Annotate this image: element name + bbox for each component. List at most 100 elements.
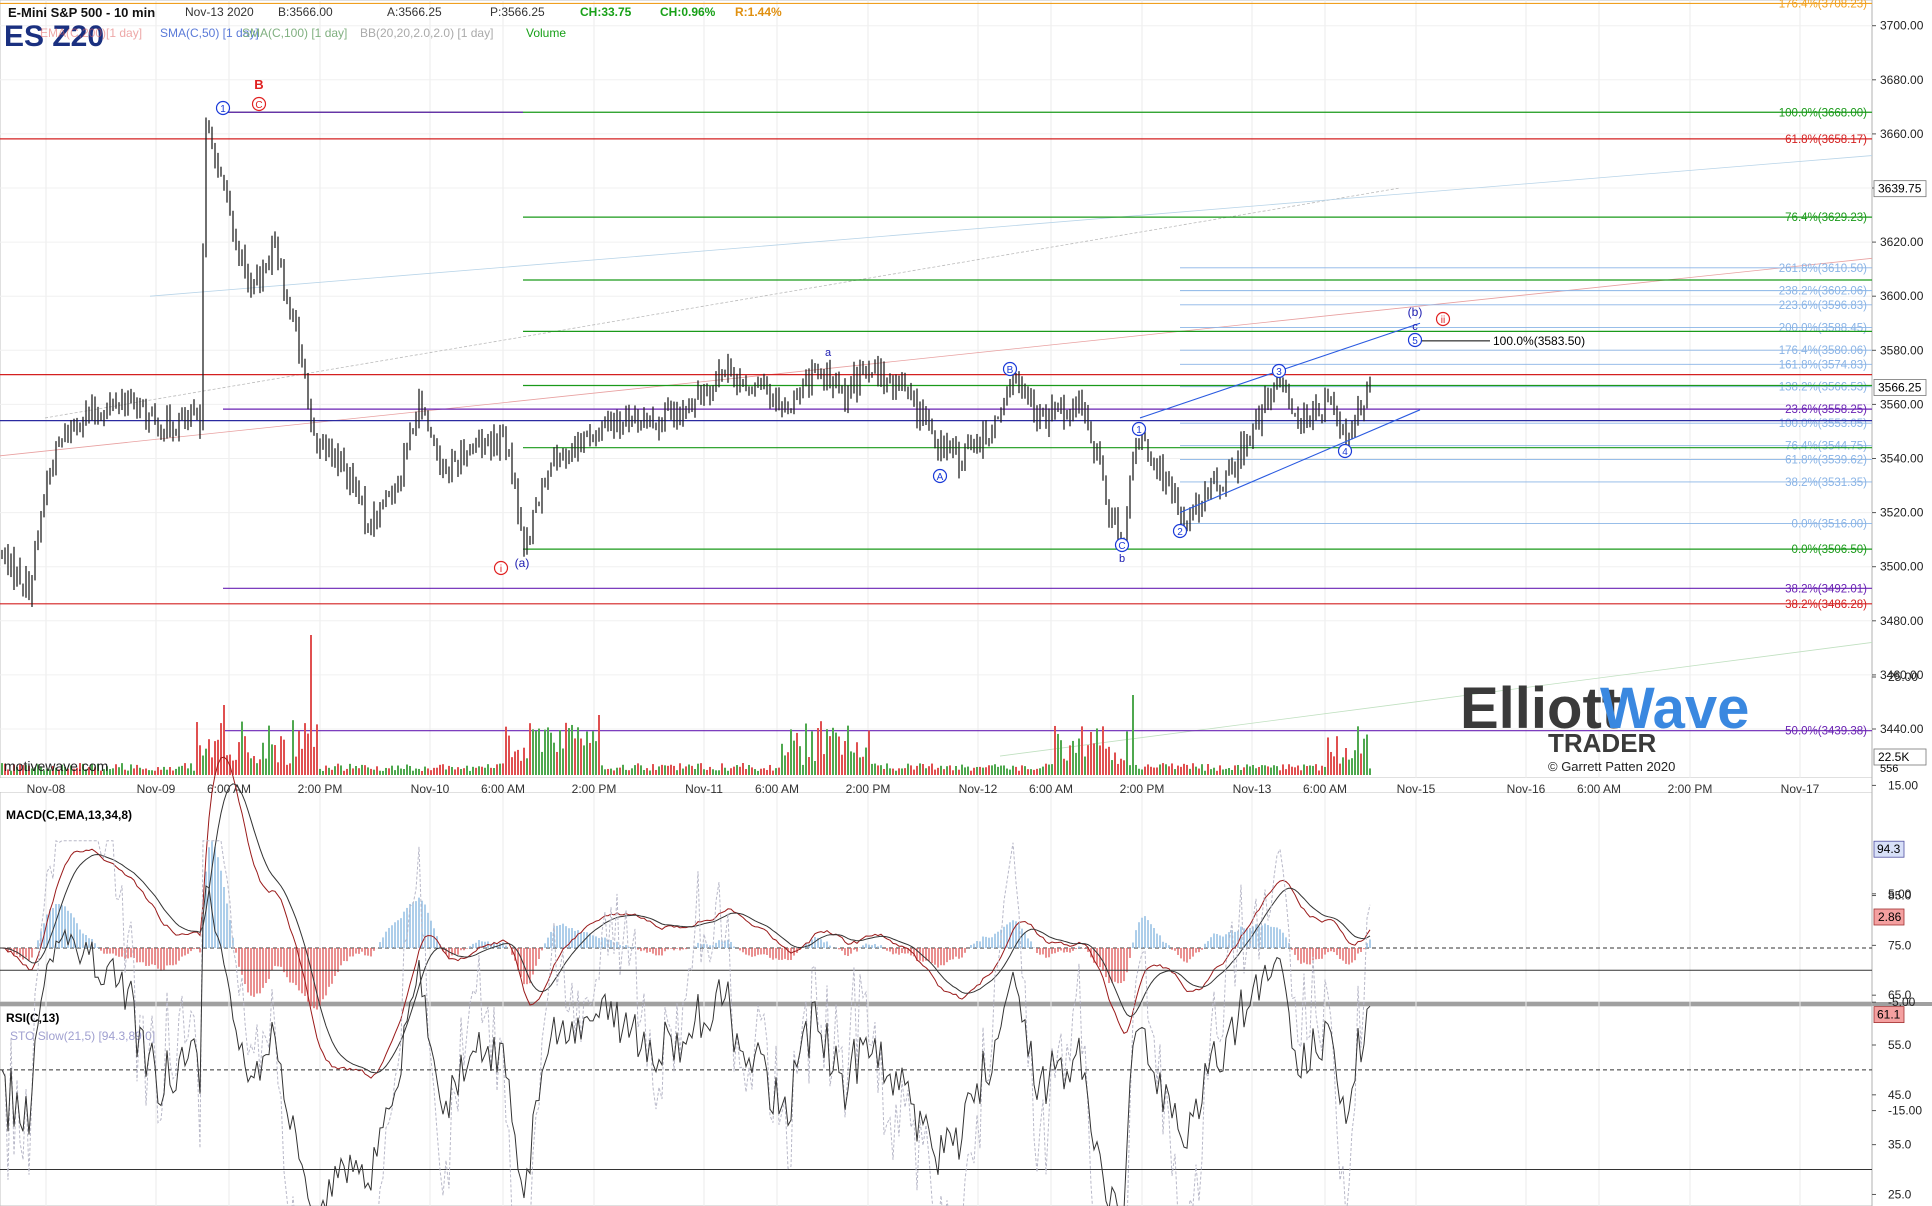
volume-bar <box>841 754 843 775</box>
volume-bar <box>619 767 621 775</box>
fib-label: 0.0%(3506.50) <box>1792 544 1868 556</box>
volume-bar <box>409 766 411 775</box>
volume-bar <box>490 767 492 775</box>
volume-bar <box>109 769 111 775</box>
volume-bar <box>964 767 966 775</box>
fib-label: 176.4%(3708.23) <box>1779 0 1867 10</box>
volume-bar <box>247 752 249 775</box>
sto-label: STO Slow(21,5) [94.3,89.0] <box>10 1029 155 1043</box>
volume-bar <box>169 767 171 775</box>
volume-bar <box>442 764 444 775</box>
brand-trader: TRADER <box>1548 728 1657 758</box>
wave-label-C: C <box>1118 541 1125 552</box>
volume-bar <box>1141 769 1143 775</box>
fib-label: 61.8%(3658.17) <box>1785 134 1867 146</box>
volume-bar <box>496 764 498 775</box>
volume-bar <box>763 768 765 775</box>
volume-bar <box>880 765 882 775</box>
volume-bar <box>514 751 516 775</box>
wave-label-a-paren: (a) <box>515 556 530 570</box>
volume-bar <box>193 770 195 775</box>
volume-bar <box>811 731 813 775</box>
volume-bar <box>967 766 969 775</box>
volume-bar <box>124 769 126 775</box>
volume-bar <box>832 727 834 775</box>
volume-bar <box>412 770 414 775</box>
volume-bar <box>631 768 633 775</box>
volume-bar <box>1291 766 1293 775</box>
fib-label: 50.0%(3439.38) <box>1785 726 1867 738</box>
volume-bar <box>1246 764 1248 775</box>
volume-bar <box>1195 766 1197 775</box>
volume-bar <box>1333 756 1335 775</box>
volume-bar <box>283 739 285 775</box>
volume-tag: 22.5K <box>1878 750 1909 764</box>
volume-bar <box>1282 764 1284 775</box>
volume-bar <box>622 764 624 775</box>
volume-bar <box>1009 769 1011 775</box>
volume-bar <box>1027 769 1029 775</box>
volume-bar <box>508 735 510 775</box>
volume-bar <box>379 770 381 775</box>
volume-bar <box>1135 764 1137 775</box>
volume-bar <box>586 731 588 775</box>
volume-bar <box>1330 751 1332 775</box>
volume-bar <box>943 769 945 775</box>
volume-bar <box>421 770 423 775</box>
volume-bar <box>397 765 399 775</box>
volume-bar <box>136 764 138 775</box>
macd-axis-label: 25.00 <box>1888 670 1918 684</box>
volume-bar <box>865 747 867 775</box>
volume-bar <box>874 763 876 775</box>
volume-bar <box>607 768 609 775</box>
volume-bar <box>364 765 366 775</box>
volume-bar <box>730 768 732 775</box>
volume-bar <box>454 769 456 775</box>
volume-bar <box>703 769 705 775</box>
volume-bar <box>355 766 357 775</box>
volume-bar <box>1237 764 1239 775</box>
wave-label-w3: 3 <box>1276 367 1282 378</box>
volume-bar <box>1309 765 1311 775</box>
volume-bar <box>1144 766 1146 775</box>
volume-bar <box>166 769 168 775</box>
volume-bar <box>1366 734 1368 775</box>
volume-bar <box>1294 767 1296 775</box>
volume-bar <box>1285 769 1287 775</box>
volume-bar <box>838 736 840 775</box>
volume-bar <box>1321 765 1323 775</box>
volume-bar <box>1231 769 1233 775</box>
sma-price-tag: 3639.75 <box>1878 182 1922 196</box>
volume-bar <box>640 765 642 775</box>
volume-bar <box>127 770 129 775</box>
volume-bar <box>1084 756 1086 775</box>
volume-bar <box>835 732 837 775</box>
volume-bar <box>1315 764 1317 775</box>
time-axis-label: 2:00 PM <box>1668 782 1713 796</box>
volume-bar <box>1252 765 1254 775</box>
volume-bar <box>244 736 246 775</box>
volume-bar <box>1300 770 1302 775</box>
volume-bar <box>352 768 354 775</box>
volume-bar <box>406 764 408 775</box>
volume-bar <box>556 751 558 775</box>
volume-bar <box>1345 748 1347 775</box>
volume-bar <box>1054 725 1056 775</box>
volume-bar <box>1138 768 1140 775</box>
volume-bar <box>883 768 885 775</box>
volume-bar <box>1045 763 1047 775</box>
wave-label-w5: 5 <box>1412 336 1418 347</box>
rsi-axis-label: 65.0 <box>1888 988 1912 1002</box>
wave-label-i: i <box>500 564 502 575</box>
rsi-axis-label: 85.0 <box>1888 889 1912 903</box>
volume-bar <box>613 770 615 775</box>
volume-bar <box>1051 764 1053 775</box>
volume-bar <box>475 767 477 775</box>
volume-bar <box>1363 738 1365 775</box>
volume-bar <box>1102 726 1104 775</box>
volume-bar <box>172 770 174 775</box>
volume-bar <box>331 769 333 775</box>
wave-label-ii: ii <box>1441 315 1445 326</box>
volume-bar <box>484 767 486 775</box>
time-axis-label: Nov-15 <box>1397 782 1436 796</box>
